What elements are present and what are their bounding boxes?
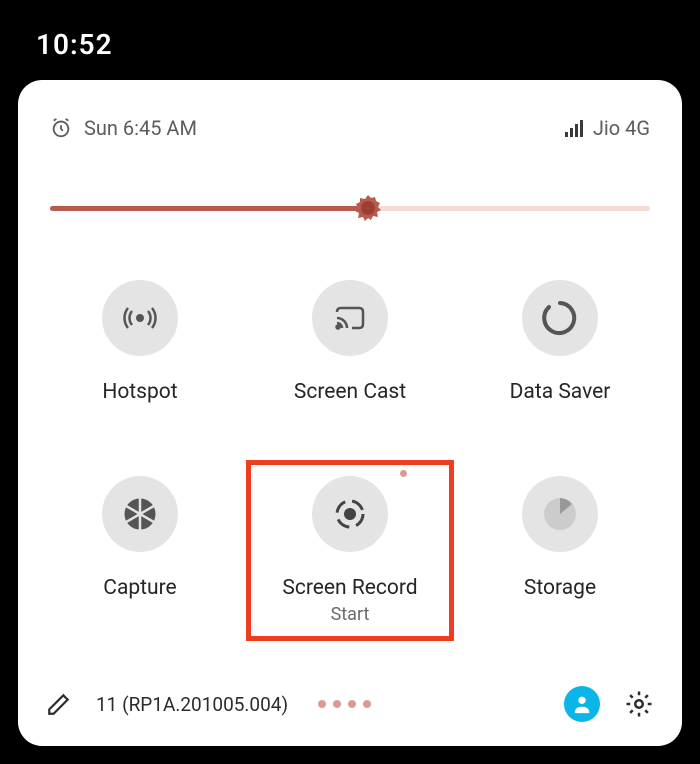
carrier-label: Jio 4G [593, 116, 650, 140]
user-avatar[interactable] [564, 686, 600, 722]
tile-screen-cast[interactable]: Screen Cast [260, 280, 440, 404]
status-left: Sun 6:45 AM [50, 116, 197, 140]
tile-hotspot[interactable]: Hotspot [50, 280, 230, 404]
storage-icon [522, 476, 598, 552]
gear-icon[interactable] [624, 689, 654, 719]
page-indicator [318, 700, 371, 708]
tile-data-saver[interactable]: Data Saver [470, 280, 650, 404]
tile-storage[interactable]: Storage [470, 476, 650, 625]
slider-thumb-icon[interactable] [354, 194, 382, 222]
alarm-time: Sun 6:45 AM [84, 116, 197, 140]
status-right: Jio 4G [565, 116, 650, 140]
signal-icon [565, 119, 583, 137]
tile-sublabel: Start [331, 604, 370, 625]
edit-icon[interactable] [46, 691, 72, 717]
tile-grid: Hotspot Screen Cast Data Saver [50, 280, 650, 625]
record-icon [312, 476, 388, 552]
cast-icon [312, 280, 388, 356]
tile-label: Storage [524, 576, 596, 600]
status-bar: Sun 6:45 AM Jio 4G [50, 116, 650, 140]
tile-capture[interactable]: Capture [50, 476, 230, 625]
tile-label: Screen Cast [294, 380, 406, 404]
build-label: 11 (RP1A.201005.004) [96, 693, 288, 716]
tile-label: Capture [103, 576, 176, 600]
footer-bar: 11 (RP1A.201005.004) [46, 686, 654, 722]
slider-fill [50, 206, 368, 211]
data-saver-icon [522, 280, 598, 356]
alarm-icon [50, 117, 72, 139]
tile-screen-record[interactable]: Screen Record Start [260, 476, 440, 625]
tile-label: Data Saver [510, 380, 611, 404]
tile-label: Hotspot [102, 380, 177, 404]
brightness-slider[interactable] [50, 196, 650, 220]
quick-settings-panel: Sun 6:45 AM Jio 4G [18, 80, 682, 746]
tile-label: Screen Record [282, 576, 417, 600]
capture-icon [102, 476, 178, 552]
hotspot-icon [102, 280, 178, 356]
slider-track [50, 206, 650, 211]
device-clock: 10:52 [36, 28, 113, 61]
record-indicator-dot [400, 470, 407, 477]
